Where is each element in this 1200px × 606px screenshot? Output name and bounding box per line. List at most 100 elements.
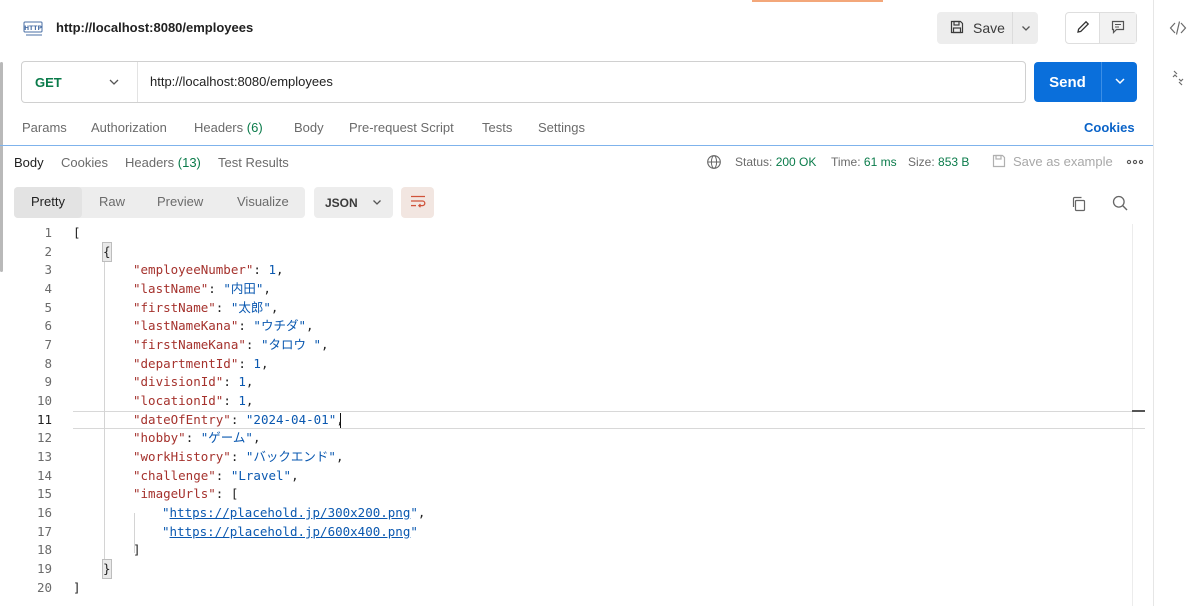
send-button-group: Send [1034,62,1137,102]
text-caret [340,413,341,428]
tab-prerequest-script[interactable]: Pre-request Script [349,120,454,135]
tab-response-cookies[interactable]: Cookies [61,155,108,170]
line-number: 15 [36,486,52,501]
code-line-20: 20] [0,579,1153,597]
tab-response-headers-label: Headers [125,155,175,170]
format-label: JSON [325,195,358,210]
more-options-icon[interactable] [1126,155,1144,169]
tab-headers-count: (6) [246,120,263,135]
json-key: "divisionId" [133,374,224,389]
request-header: HTTP http://localhost:8080/employees Sav… [0,0,1153,58]
save-dropdown-button[interactable] [1013,12,1038,44]
chevron-down-icon [1021,21,1031,36]
response-body-editor[interactable]: 1[ 2{ 3 "employeeNumber": 1, 4 "lastName":… [0,224,1153,606]
related-collections-icon[interactable] [1168,68,1188,88]
code-line-17: 17 "https://placehold.jp/600x400.png" [0,523,1153,541]
json-key: "imageUrls" [133,486,216,501]
search-icon[interactable] [1111,194,1129,212]
save-button[interactable]: Save [937,12,1013,44]
url-input[interactable]: http://localhost:8080/employees [150,62,333,102]
send-dropdown-button[interactable] [1102,62,1137,102]
cookies-link[interactable]: Cookies [1084,120,1135,135]
line-number: 9 [44,374,52,389]
comment-icon [1110,19,1126,38]
http-request-icon: HTTP [22,18,46,38]
image-url-link[interactable]: https://placehold.jp/600x400.png [170,524,411,539]
save-as-example-button[interactable]: Save as example [1013,154,1113,169]
json-key: "lastNameKana" [133,318,239,333]
size-info[interactable]: Size: 853 B [908,155,969,169]
line-number: 17 [36,524,52,539]
view-preview[interactable]: Preview [157,194,203,209]
tab-test-results[interactable]: Test Results [218,155,289,170]
tab-response-body[interactable]: Body [14,155,44,170]
line-number: 12 [36,430,52,445]
code-text: ] [73,580,81,595]
code-line-10: 10 "locationId": 1, [0,392,1153,410]
tab-settings[interactable]: Settings [538,120,585,135]
line-number: 7 [44,337,52,352]
json-key: "employeeNumber" [133,262,254,277]
json-value: "太郎" [230,300,271,315]
status-info[interactable]: Status: 200 OK [735,155,816,169]
code-line-3: 3 "employeeNumber": 1, [0,261,1153,279]
copy-icon[interactable] [1070,195,1088,213]
code-snippet-icon[interactable] [1168,18,1188,38]
tab-params[interactable]: Params [22,120,67,135]
globe-icon[interactable] [706,154,722,170]
tab-authorization[interactable]: Authorization [91,120,167,135]
code-line-7: 7 "firstNameKana": "タロウ ", [0,336,1153,354]
view-pretty[interactable]: Pretty [31,194,65,209]
tab-headers[interactable]: Headers (6) [194,120,263,135]
json-value: "2024-04-01" [245,412,337,427]
pencil-icon [1075,19,1091,38]
code-text: "challenge": "Lravel", [133,468,299,483]
tab-body[interactable]: Body [294,120,324,135]
status-value: 200 OK [775,155,817,169]
request-title[interactable]: http://localhost:8080/employees [56,20,253,35]
view-visualize[interactable]: Visualize [237,194,289,209]
response-tabs: Body Cookies Headers (13) Test Results S… [0,146,1153,178]
wrap-lines-icon [409,194,427,211]
code-text: "lastName": "内田", [133,281,271,296]
json-key: "challenge" [133,468,216,483]
image-url-link[interactable]: https://placehold.jp/300x200.png [170,505,411,520]
json-value: 1 [268,262,277,277]
line-number: 19 [36,561,52,576]
send-button[interactable]: Send [1034,62,1102,102]
code-text: } [102,559,112,579]
line-number: 18 [36,542,52,557]
line-number: 20 [36,580,52,595]
code-line-16: 16 "https://placehold.jp/300x200.png", [0,504,1153,522]
main-panel: HTTP http://localhost:8080/employees Sav… [0,0,1153,606]
edit-button[interactable] [1066,13,1100,43]
method-select[interactable]: GET [22,62,138,102]
chevron-down-icon [108,76,120,88]
json-value: "バックエンド" [245,449,336,464]
save-label: Save [973,20,1005,36]
code-text: "employeeNumber": 1, [133,262,284,277]
view-raw[interactable]: Raw [99,194,125,209]
time-info[interactable]: Time: 61 ms [831,155,897,169]
tab-response-headers-count: (13) [177,155,201,170]
line-number: 3 [44,262,52,277]
json-value: 1 [253,356,261,371]
size-label: Size: [908,155,935,169]
wrap-lines-button[interactable] [401,187,434,218]
format-select[interactable]: JSON [314,187,393,218]
json-value: "Lravel" [230,468,292,483]
json-key: "departmentId" [133,356,239,371]
code-text: "locationId": 1, [133,393,254,408]
tab-tests[interactable]: Tests [482,120,512,135]
edit-comment-group [1065,12,1137,44]
code-text: "https://placehold.jp/300x200.png", [162,505,426,520]
request-tabs: Params Authorization Headers (6) Body Pr… [0,110,1153,146]
tab-response-headers[interactable]: Headers (13) [125,155,201,170]
comments-button[interactable] [1100,13,1136,43]
url-bar: GET http://localhost:8080/employees [21,61,1026,103]
code-text: "lastNameKana": "ウチダ", [133,318,314,333]
svg-text:HTTP: HTTP [24,25,42,32]
size-value: 853 B [938,155,970,169]
chevron-down-icon [1114,75,1126,90]
code-text: ] [133,542,141,557]
